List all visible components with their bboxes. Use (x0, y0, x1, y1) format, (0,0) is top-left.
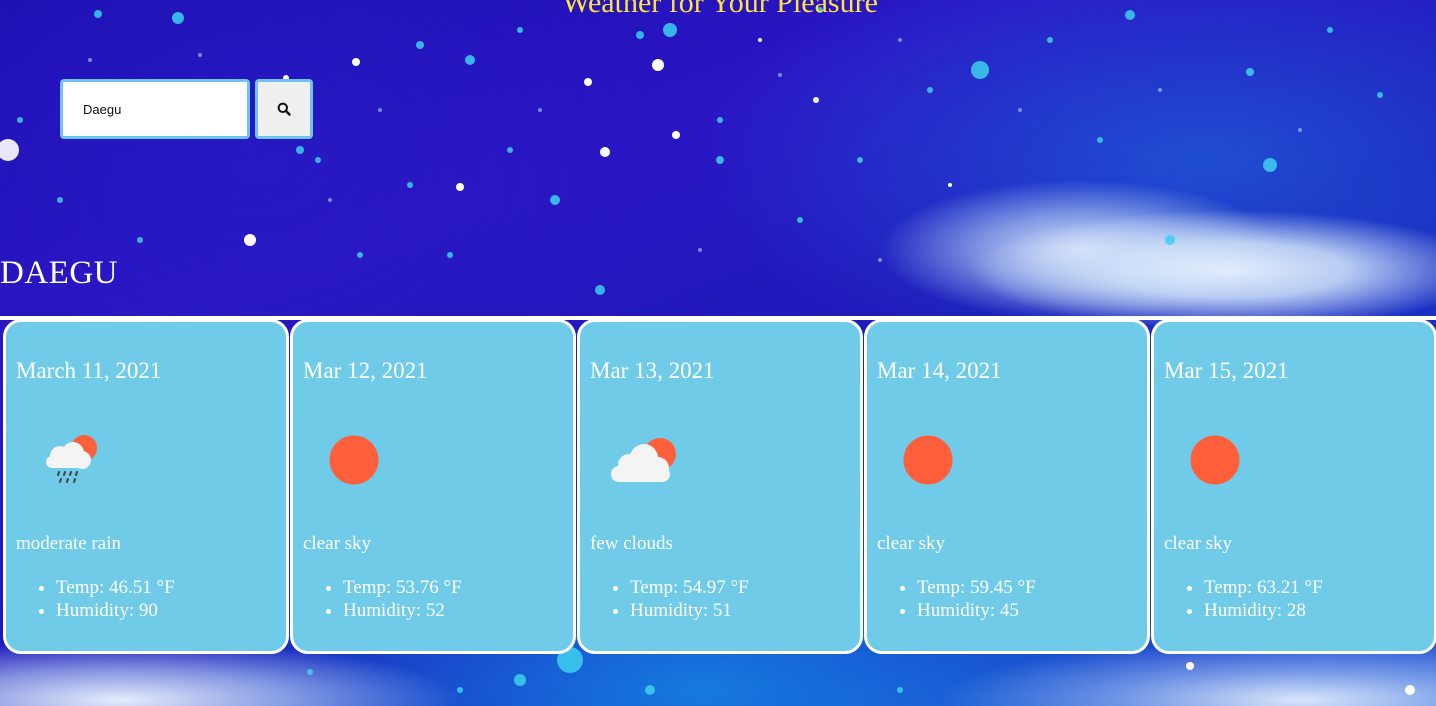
forecast-humidity: Humidity: 90 (56, 599, 175, 622)
sun-icon (903, 435, 953, 485)
forecast-date: Mar 13, 2021 (590, 358, 715, 383)
forecast-date: Mar 12, 2021 (303, 358, 428, 383)
forecast-temp: Temp: 59.45 °F (917, 576, 1036, 599)
forecast-date: Mar 14, 2021 (877, 358, 1002, 383)
forecast-description: clear sky (1164, 533, 1233, 554)
forecast-temp: Temp: 46.51 °F (56, 576, 175, 599)
forecast-temp: Temp: 63.21 °F (1204, 576, 1323, 599)
forecast-stats: Temp: 53.76 °F Humidity: 52 (303, 576, 462, 622)
forecast-date: Mar 15, 2021 (1164, 358, 1289, 383)
forecast-date: March 11, 2021 (16, 358, 162, 383)
sun-icon (329, 435, 379, 485)
forecast-stats: Temp: 63.21 °F Humidity: 28 (1164, 576, 1323, 622)
search-input[interactable] (60, 79, 250, 139)
forecast-card: Mar 15, 2021 clear sky Temp: 63.21 °F Hu… (1151, 319, 1436, 654)
sun-icon (1190, 435, 1240, 485)
forecast-temp: Temp: 53.76 °F (343, 576, 462, 599)
rain-cloud-sun-icon (46, 435, 97, 483)
forecast-description: few clouds (590, 533, 673, 554)
forecast-card: Mar 12, 2021 clear sky Temp: 53.76 °F Hu… (290, 319, 576, 654)
forecast-humidity: Humidity: 51 (630, 599, 749, 622)
forecast-humidity: Humidity: 52 (343, 599, 462, 622)
page-title: Weather for Your Pleasure (562, 0, 878, 19)
forecast-card: March 11, 2021 moderate rain Temp: 46.51… (3, 319, 289, 654)
search-icon (277, 102, 291, 116)
cloud-sun-icon (611, 438, 676, 482)
forecast-card: Mar 14, 2021 clear sky Temp: 59.45 °F Hu… (864, 319, 1150, 654)
forecast-description: moderate rain (16, 533, 121, 554)
forecast-temp: Temp: 54.97 °F (630, 576, 749, 599)
search-button[interactable] (255, 79, 313, 139)
city-name: DAEGU (0, 255, 118, 291)
forecast-humidity: Humidity: 45 (917, 599, 1036, 622)
forecast-description: clear sky (877, 533, 946, 554)
forecast-humidity: Humidity: 28 (1204, 599, 1323, 622)
forecast-stats: Temp: 59.45 °F Humidity: 45 (877, 576, 1036, 622)
forecast-description: clear sky (303, 533, 372, 554)
search-form (60, 79, 313, 139)
forecast-stats: Temp: 54.97 °F Humidity: 51 (590, 576, 749, 622)
forecast-card: Mar 13, 2021 few clouds Temp: 54.97 °F H… (577, 319, 863, 654)
forecast-list: March 11, 2021 moderate rain Temp: 46.51… (3, 319, 1436, 654)
forecast-stats: Temp: 46.51 °F Humidity: 90 (16, 576, 175, 622)
